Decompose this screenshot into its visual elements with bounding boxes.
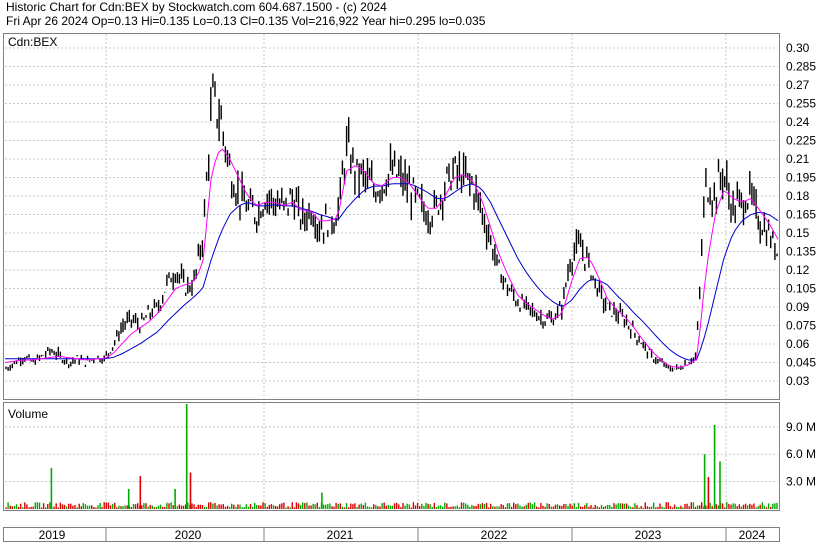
symbol-label: Cdn:BEX (8, 35, 57, 49)
short-moving-average-line (4, 148, 779, 368)
volume-label: Volume (8, 407, 48, 421)
price-tick-label: 0.30 (786, 41, 810, 55)
year-label: 2024 (739, 528, 766, 542)
year-label: 2020 (175, 528, 202, 542)
volume-panel-frame (3, 402, 780, 511)
price-tick-label: 0.285 (786, 60, 816, 74)
volume-tick-label: 6.0 M (786, 447, 816, 461)
price-tick-label: 0.18 (786, 189, 810, 203)
volume-tick-label: 3.0 M (786, 475, 816, 489)
year-label: 2023 (635, 528, 662, 542)
price-tick-label: 0.045 (786, 356, 816, 370)
price-tick-label: 0.105 (786, 282, 816, 296)
price-tick-label: 0.09 (786, 300, 810, 314)
price-tick-label: 0.15 (786, 226, 810, 240)
price-tick-label: 0.195 (786, 171, 816, 185)
price-tick-label: 0.075 (786, 319, 816, 333)
year-label: 2021 (327, 528, 354, 542)
year-label: 2022 (481, 528, 508, 542)
price-tick-label: 0.135 (786, 245, 816, 259)
date-axis-frame (3, 527, 780, 542)
year-label: 2019 (39, 528, 66, 542)
price-tick-label: 0.21 (786, 152, 810, 166)
price-panel-frame (3, 33, 780, 400)
price-tick-label: 0.225 (786, 134, 816, 148)
price-tick-label: 0.12 (786, 263, 810, 277)
price-tick-label: 0.255 (786, 97, 816, 111)
price-tick-label: 0.03 (786, 374, 810, 388)
historic-chart: 0.30 0.285 0.27 0.255 0.24 0.225 0.21 0.195 0.18… (3, 33, 816, 542)
price-tick-label: 0.27 (786, 78, 810, 92)
price-tick-label: 0.24 (786, 115, 810, 129)
price-tick-label: 0.06 (786, 337, 810, 351)
price-tick-label: 0.165 (786, 208, 816, 222)
volume-tick-label: 9.0 M (786, 420, 816, 434)
